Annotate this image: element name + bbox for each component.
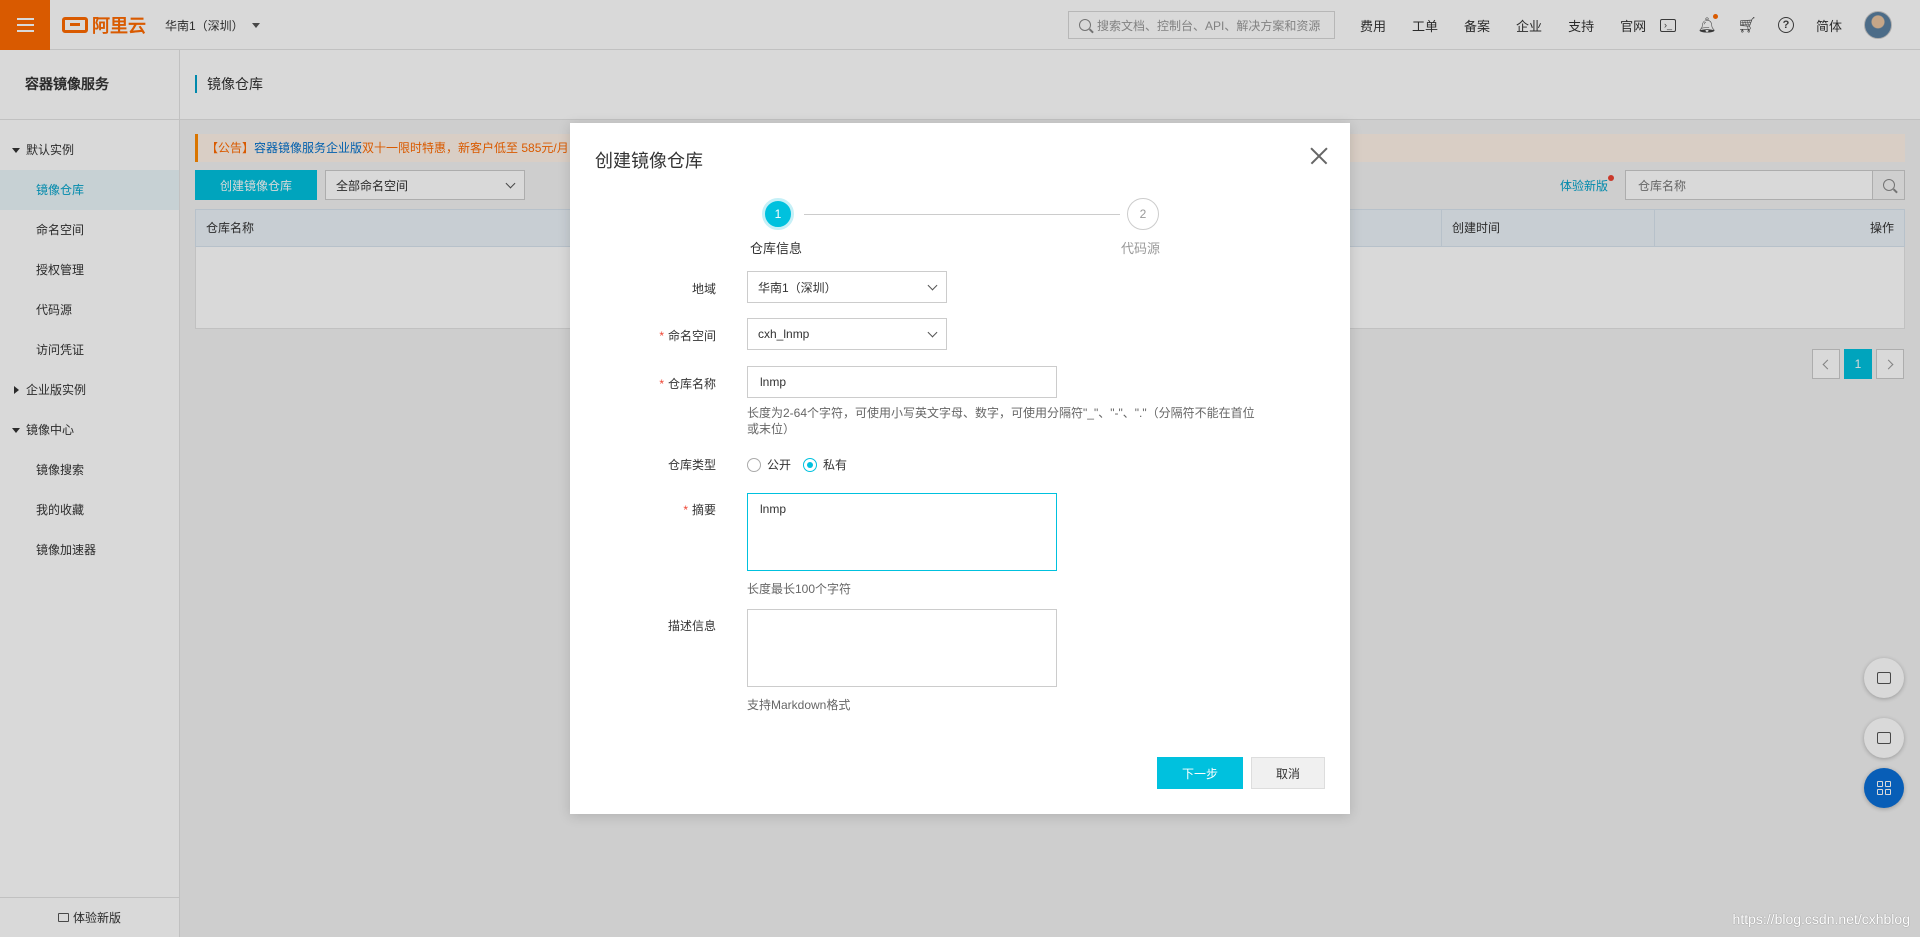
summary-field-label: * 摘要 [570, 501, 716, 518]
namespace-label-text: 命名空间 [667, 329, 716, 343]
create-repository-dialog: 创建镜像仓库 1 2 仓库信息 代码源 地域 华南1（深圳） * 命名空间 cxh… [570, 123, 1350, 814]
radio-public-label: 公开 [767, 458, 792, 472]
step-2-label: 代码源 [1121, 241, 1161, 256]
repo-name-label-text: 仓库名称 [667, 377, 716, 391]
radio-private[interactable]: 私有 [803, 456, 847, 473]
namespace-select-value: cxh_lnmp [758, 327, 810, 341]
required-marker: * [659, 329, 664, 343]
step-connector [804, 214, 1120, 215]
namespace-field-label: * 命名空间 [570, 327, 716, 344]
step-2-circle: 2 [1127, 198, 1159, 230]
step-1-label: 仓库信息 [750, 241, 803, 256]
chevron-down-icon [927, 327, 938, 337]
radio-public[interactable]: 公开 [747, 456, 791, 473]
required-marker: * [659, 377, 664, 391]
repo-name-input[interactable]: lnmp [747, 366, 1057, 398]
radio-private-label: 私有 [823, 458, 848, 472]
dialog-title: 创建镜像仓库 [595, 151, 703, 171]
cancel-button[interactable]: 取消 [1251, 757, 1325, 789]
radio-circle-unchecked [747, 457, 761, 472]
description-help: 支持Markdown格式 [747, 698, 851, 712]
region-field-label: 地域 [691, 282, 716, 296]
required-marker: * [683, 503, 688, 517]
summary-textarea[interactable]: lnmp [747, 493, 1057, 571]
radio-circle-checked [803, 457, 817, 472]
repo-name-field-label: * 仓库名称 [570, 375, 716, 392]
description-field-label: 描述信息 [667, 619, 716, 633]
namespace-select[interactable]: cxh_lnmp [747, 318, 947, 350]
chevron-down-icon [927, 280, 938, 290]
step-1-circle: 1 [762, 198, 794, 230]
repo-name-help: 长度为2-64个字符，可使用小写英文字母、数字，可使用分隔符"_"、"-"、".… [747, 406, 1255, 436]
region-select-value: 华南1（深圳） [758, 280, 837, 295]
summary-help: 长度最长100个字符 [747, 582, 852, 596]
watermark: https://blog.csdn.net/cxhblog [1732, 911, 1910, 927]
repo-type-field-label: 仓库类型 [667, 458, 716, 472]
next-step-button[interactable]: 下一步 [1157, 757, 1243, 789]
summary-label-text: 摘要 [691, 503, 716, 517]
step-indicator: 1 2 仓库信息 代码源 [570, 198, 1350, 258]
region-select[interactable]: 华南1（深圳） [747, 271, 947, 303]
description-textarea[interactable] [747, 609, 1057, 687]
close-icon[interactable] [1310, 147, 1328, 165]
